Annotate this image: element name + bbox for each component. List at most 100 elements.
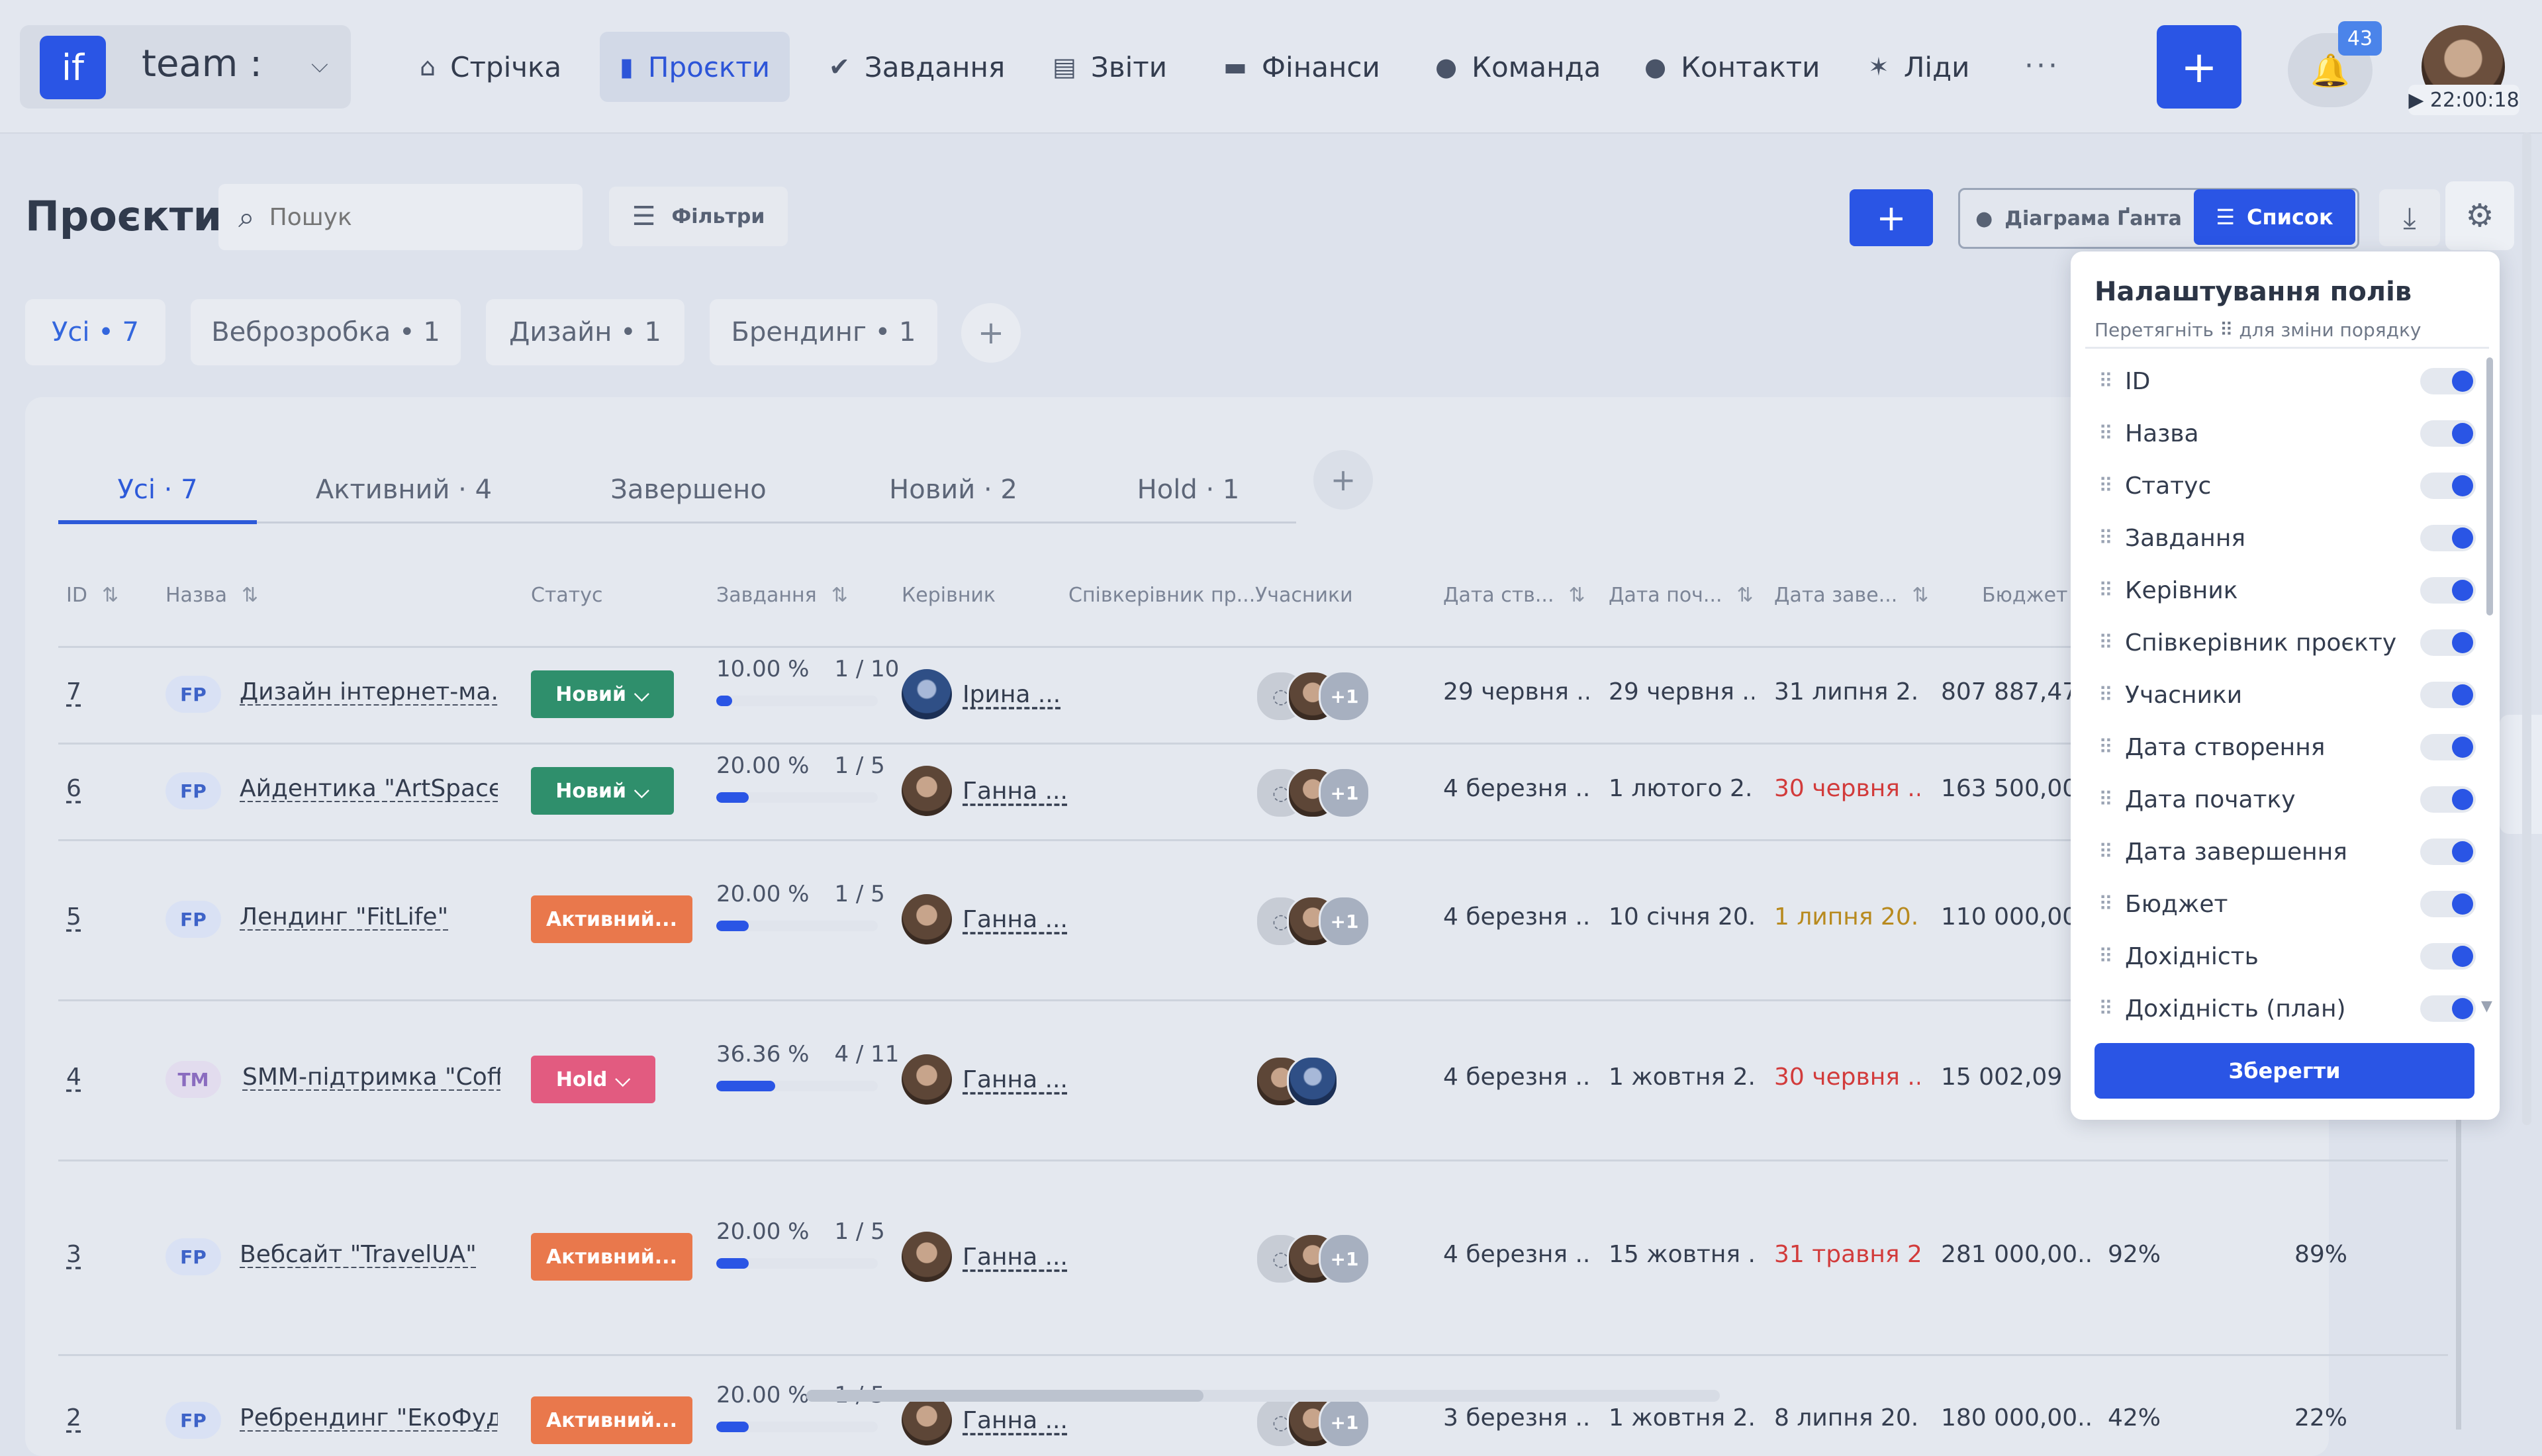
more-members-badge[interactable]: +1 <box>1319 1233 1370 1285</box>
column-header-created[interactable]: Дата ств... ⇅ <box>1443 584 1585 607</box>
search-box[interactable]: ⌕ <box>218 184 583 250</box>
drag-handle-icon[interactable]: ⠿ <box>2098 631 2125 655</box>
field-visibility-toggle[interactable] <box>2420 891 2476 917</box>
members-avatars[interactable] <box>1255 1056 1339 1107</box>
panel-scrollbar[interactable] <box>2486 357 2493 615</box>
project-id[interactable]: 7 <box>66 678 81 705</box>
field-toggle-row[interactable]: ⠿ Учасники <box>2098 675 2476 715</box>
status-dropdown[interactable]: Hold ⌵ <box>531 1056 655 1103</box>
field-visibility-toggle[interactable] <box>2420 420 2476 447</box>
column-header-co-manager[interactable]: Співкерівник пр... <box>1068 584 1255 607</box>
chevron-down-icon[interactable]: ⌵ <box>311 52 328 78</box>
sort-icon[interactable]: ⇅ <box>1737 584 1754 607</box>
field-visibility-toggle[interactable] <box>2420 473 2476 499</box>
drag-handle-icon[interactable]: ⠿ <box>2098 841 2125 864</box>
drag-handle-icon[interactable]: ⠿ <box>2098 527 2125 550</box>
members-avatars[interactable]: ◌ +1 <box>1255 767 1370 819</box>
field-toggle-row[interactable]: ⠿ Статус <box>2098 466 2476 506</box>
time-tracker[interactable]: ▶ 22:00:18 <box>2408 85 2519 115</box>
more-members-badge[interactable]: +1 <box>1319 670 1370 722</box>
drag-handle-icon[interactable]: ⠿ <box>2098 370 2125 393</box>
manager-name[interactable]: Ганна ... <box>963 778 1068 805</box>
drag-handle-icon[interactable]: ⠿ <box>2098 736 2125 759</box>
field-visibility-toggle[interactable] <box>2420 995 2476 1022</box>
add-project-button[interactable]: + <box>1850 189 1933 246</box>
project-name-link[interactable]: Вебсайт "TravelUA" <box>240 1241 498 1268</box>
gear-icon[interactable]: ⚙ <box>2445 181 2514 250</box>
nav-item-projects[interactable]: ▮ Проєкти <box>600 32 790 102</box>
members-avatars[interactable]: ◌ +1 <box>1255 670 1370 722</box>
manager-cell[interactable]: Ганна ... <box>902 766 1068 816</box>
project-name-link[interactable]: Дизайн інтернет-ма... <box>240 678 498 705</box>
nav-item-tasks[interactable]: ✔ Завдання <box>809 32 1025 102</box>
scroll-down-icon[interactable]: ▼ <box>2481 998 2492 1015</box>
field-toggle-row[interactable]: ⠿ Співкерівник проєкту <box>2098 623 2476 662</box>
search-input[interactable] <box>267 203 549 232</box>
field-visibility-toggle[interactable] <box>2420 839 2476 865</box>
project-id[interactable]: 3 <box>66 1241 81 1268</box>
nav-item-feed[interactable]: ⌂ Стрічка <box>400 32 581 102</box>
project-name-link[interactable]: Айдентика "ArtSpace" <box>240 775 498 802</box>
drag-handle-icon[interactable]: ⠿ <box>2098 579 2125 602</box>
category-chip-all[interactable]: Усі • 7 <box>25 299 165 365</box>
field-toggle-row[interactable]: ⠿ ID <box>2098 361 2476 401</box>
manager-cell[interactable]: Ганна ... <box>902 1232 1068 1282</box>
status-dropdown[interactable]: Активний... <box>531 895 692 943</box>
more-members-badge[interactable]: +1 <box>1319 767 1370 819</box>
field-toggle-row[interactable]: ⠿ Дохідність (план) <box>2098 989 2476 1028</box>
project-id[interactable]: 6 <box>66 775 81 802</box>
members-avatars[interactable]: ◌ +1 <box>1255 1233 1370 1285</box>
project-id[interactable]: 4 <box>66 1064 81 1091</box>
field-visibility-toggle[interactable] <box>2420 368 2476 394</box>
add-tab-button[interactable]: + <box>1313 450 1373 510</box>
page-scrollbar[interactable] <box>2522 132 2531 1125</box>
status-dropdown[interactable]: Активний... <box>531 1396 692 1444</box>
scroll-thumb[interactable] <box>806 1390 1203 1402</box>
field-visibility-toggle[interactable] <box>2420 786 2476 813</box>
field-visibility-toggle[interactable] <box>2420 943 2476 970</box>
nav-item-reports[interactable]: ▤ Звіти <box>1033 32 1187 102</box>
gantt-view-button[interactable]: ● Діаграма Ґанта <box>1962 192 2195 245</box>
add-category-button[interactable]: + <box>961 303 1021 363</box>
sort-icon[interactable]: ⇅ <box>1912 584 1928 607</box>
field-toggle-row[interactable]: ⠿ Завдання <box>2098 518 2476 558</box>
drag-handle-icon[interactable]: ⠿ <box>2098 684 2125 707</box>
column-header-start[interactable]: Дата поч... ⇅ <box>1609 584 1754 607</box>
tab-all[interactable]: Усі · 7 <box>58 457 257 523</box>
manager-cell[interactable]: Ганна ... <box>902 894 1068 944</box>
column-header-tasks[interactable]: Завдання ⇅ <box>716 584 848 607</box>
project-name-link[interactable]: SMM-підтримка "Coff... <box>242 1064 500 1091</box>
nav-item-finance[interactable]: ▬ Фінанси <box>1203 32 1400 102</box>
field-visibility-toggle[interactable] <box>2420 734 2476 760</box>
column-header-end[interactable]: Дата заве... ⇅ <box>1774 584 1928 607</box>
field-toggle-row[interactable]: ⠿ Назва <box>2098 414 2476 453</box>
tab-active[interactable]: Активний · 4 <box>291 457 516 523</box>
sort-icon[interactable]: ⇅ <box>242 584 258 607</box>
save-button[interactable]: Зберегти <box>2095 1043 2474 1099</box>
tab-hold[interactable]: Hold · 1 <box>1112 457 1264 523</box>
field-visibility-toggle[interactable] <box>2420 629 2476 656</box>
project-id[interactable]: 5 <box>66 903 81 931</box>
manager-cell[interactable]: Ганна ... <box>902 1395 1068 1445</box>
filters-button[interactable]: ☰ Фільтри <box>609 187 788 246</box>
project-name-link[interactable]: Лендинг "FitLife" <box>240 903 498 931</box>
quick-add-button[interactable]: + <box>2157 25 2241 109</box>
drag-handle-icon[interactable]: ⠿ <box>2098 893 2125 916</box>
column-header-manager[interactable]: Керівник <box>902 584 996 607</box>
horizontal-scrollbar[interactable] <box>806 1390 1720 1402</box>
drag-handle-icon[interactable]: ⠿ <box>2098 475 2125 498</box>
field-toggle-row[interactable]: ⠿ Дата початку <box>2098 780 2476 819</box>
field-visibility-toggle[interactable] <box>2420 525 2476 551</box>
sort-icon[interactable]: ⇅ <box>1568 584 1585 607</box>
members-avatars[interactable]: ◌ +1 <box>1255 1396 1370 1448</box>
list-view-button[interactable]: ☰ Список <box>2194 189 2355 245</box>
manager-name[interactable]: Ганна ... <box>963 1066 1068 1093</box>
field-toggle-row[interactable]: ⠿ Дата створення <box>2098 727 2476 767</box>
manager-name[interactable]: Ганна ... <box>963 1244 1068 1271</box>
column-header-budget[interactable]: Бюджет <box>1982 584 2068 607</box>
status-dropdown[interactable]: Новий ⌵ <box>531 670 674 718</box>
more-icon[interactable]: ··· <box>2024 49 2060 83</box>
tab-new[interactable]: Новий · 2 <box>847 457 1059 523</box>
column-header-status[interactable]: Статус <box>531 584 603 607</box>
field-visibility-toggle[interactable] <box>2420 577 2476 604</box>
